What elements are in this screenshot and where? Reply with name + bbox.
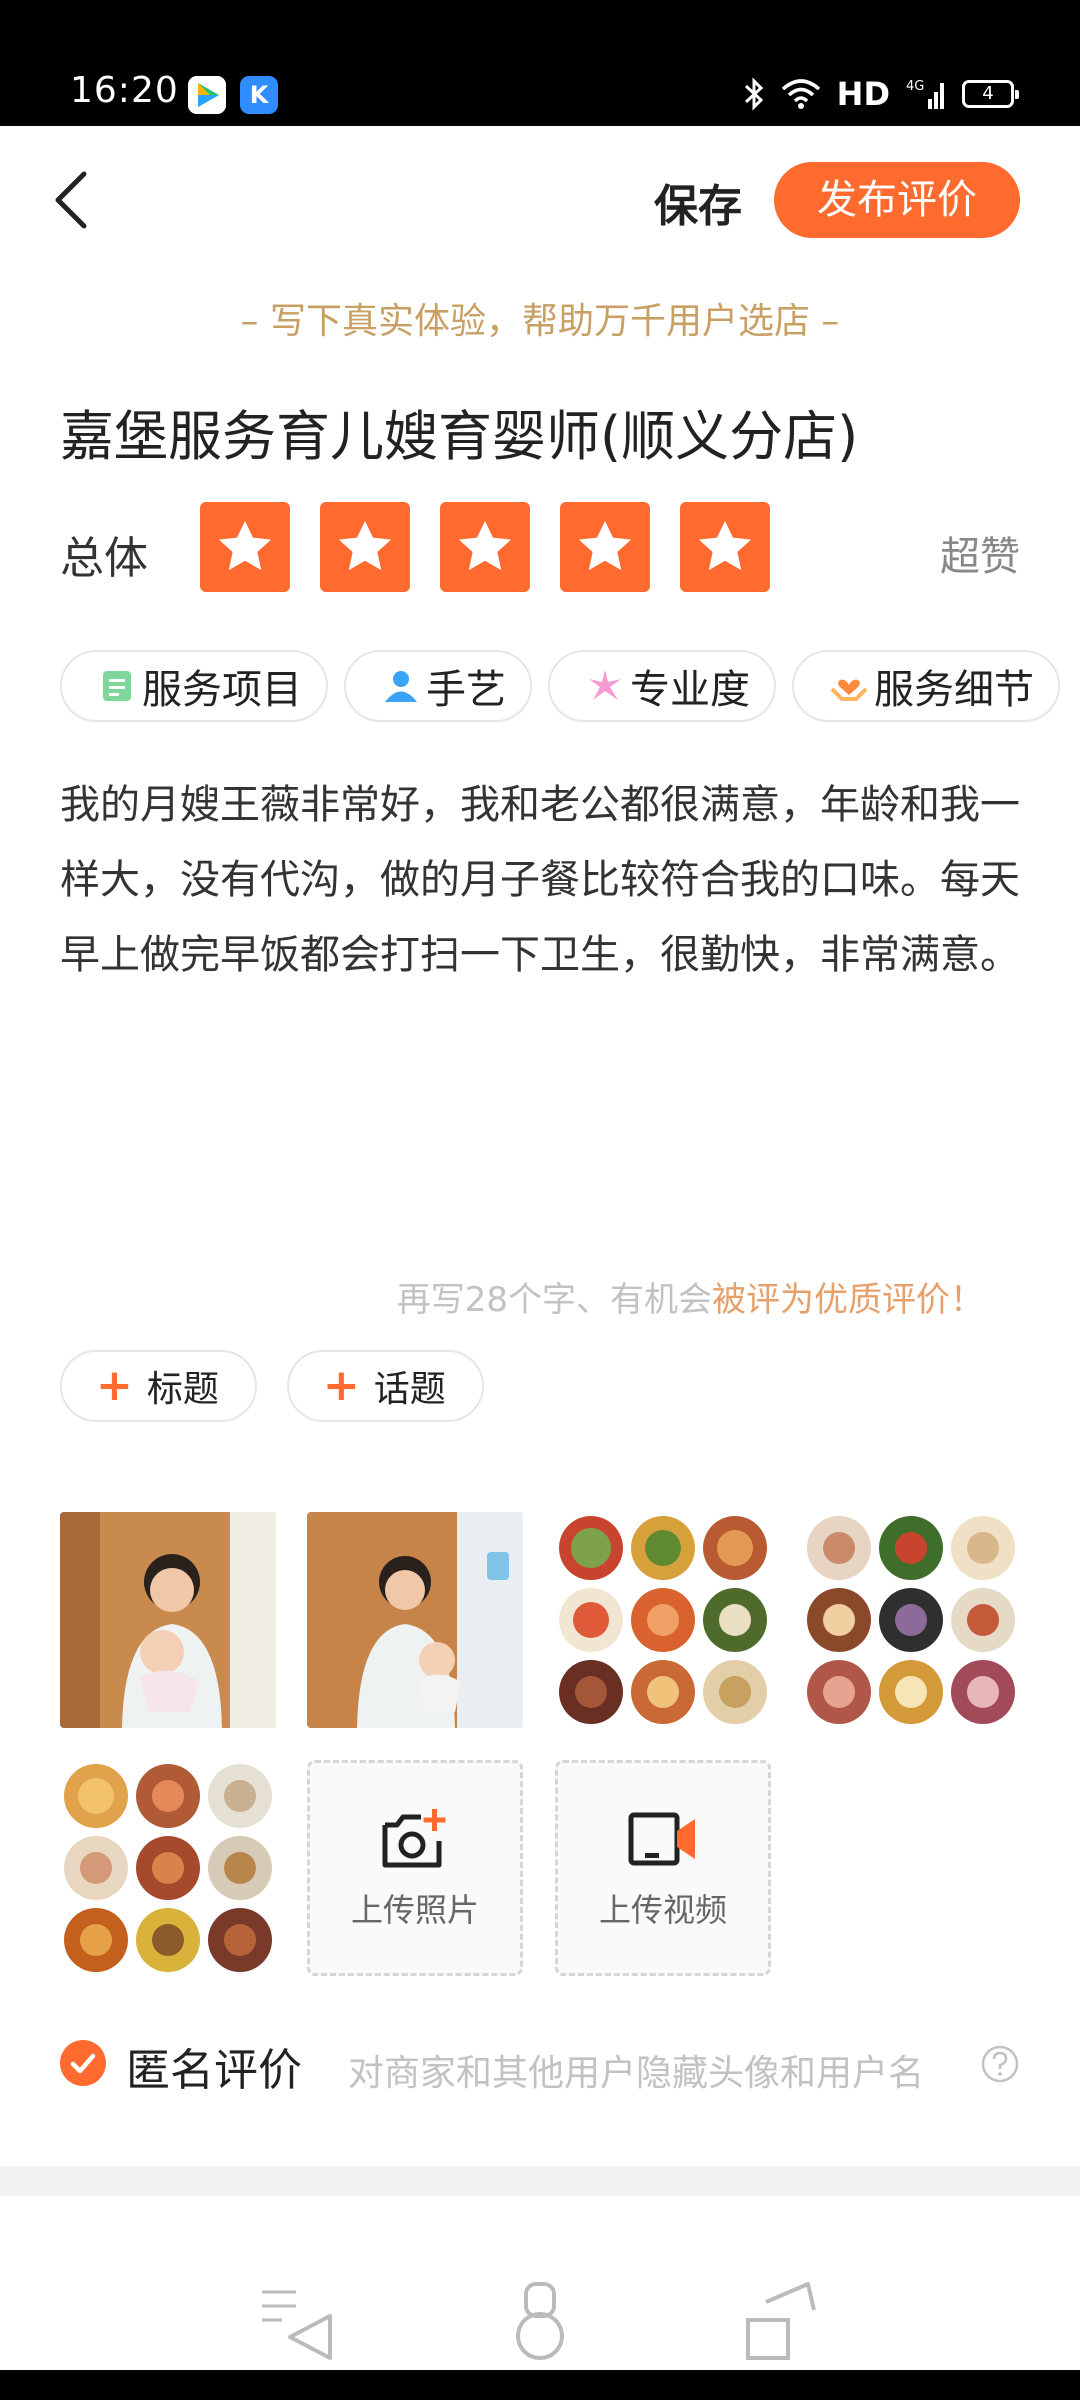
person-icon [385,671,417,702]
tag-service-details[interactable]: 服务细节 [792,650,1060,722]
uploaded-photo[interactable] [803,1512,1019,1728]
uploaded-photo[interactable] [60,1512,276,1728]
help-icon[interactable] [980,2044,1020,2084]
uploaded-photo[interactable] [555,1512,771,1728]
check-icon [70,2053,96,2074]
star-icon [218,520,272,571]
back-nav-icon[interactable] [256,2280,336,2360]
uploaded-photo[interactable] [60,1760,276,1976]
rating-word: 超赞 [940,534,1020,580]
review-text-area[interactable]: 我的月嫂王薇非常好，我和老公都很满意，年龄和我一样大，没有代沟，做的月子餐比较符… [60,768,1020,993]
list-icon [103,671,131,701]
add-chips: + 标题 + 话题 [60,1350,484,1422]
chip-label: 话题 [373,1369,446,1410]
save-button[interactable]: 保存 [654,170,742,234]
star-icon [458,520,512,571]
tag-service-items[interactable]: 服务项目 [60,650,328,722]
chip-label: 标题 [146,1369,219,1410]
aspect-tags: 服务项目 手艺 专业度 服务细节 [60,650,1060,722]
network-label: HD [836,75,890,113]
shop-name: 嘉堡服务育儿嫂育婴师(顺义分店) [60,405,859,468]
upload-video-button[interactable]: 上传视频 [555,1760,771,1976]
back-button[interactable] [44,160,104,240]
upload-photo-button[interactable]: 上传照片 [307,1760,523,1976]
tag-label: 服务项目 [142,667,302,713]
uploaded-photo[interactable] [307,1512,523,1728]
tag-skill[interactable]: 手艺 [344,650,532,722]
signal-icon: 4G [906,79,944,109]
word-count-hint: 再写28个字、有机会被评为优质评价！ [397,1272,984,1321]
camera-plus-icon [382,1809,446,1868]
svg-text:4G: 4G [906,79,924,94]
video-app-icon [188,76,226,114]
screen-bottom-edge [0,2370,1080,2400]
star-icon [338,520,392,571]
plus-icon: + [322,1360,360,1411]
overall-rating-label: 总体 [60,533,148,584]
star-3[interactable] [440,502,530,592]
status-bar: 16:20 K HD 4G 4 [0,0,1080,126]
hands-heart-icon [830,679,868,701]
add-title-button[interactable]: + 标题 [60,1350,257,1422]
review-tip: – 写下真实体验，帮助万千用户选店 – [240,301,840,342]
status-time: 16:20 [70,70,179,111]
section-divider [0,2166,1080,2196]
upload-photo-label: 上传照片 [350,1891,479,1929]
star-icon [578,520,632,571]
word-hint-highlight: 被评为优质评价！ [712,1280,984,1320]
anonymous-checkbox[interactable] [60,2040,106,2086]
word-hint-prefix: 再写28个字、有机会 [396,1280,712,1320]
add-topic-button[interactable]: + 话题 [286,1350,484,1422]
battery-icon: 4 [962,80,1019,108]
wifi-icon [781,79,820,109]
status-icons: HD 4G 4 [743,74,1019,114]
chevron-left-icon [55,171,87,229]
tag-label: 服务细节 [874,667,1034,713]
tag-label: 手艺 [426,667,506,713]
star-4[interactable] [560,502,650,592]
star-1[interactable] [200,502,290,592]
home-nav-icon[interactable] [500,2280,580,2360]
star-5[interactable] [680,502,770,592]
plus-icon: + [96,1360,133,1411]
star-rating [200,502,770,592]
upload-video-label: 上传视频 [598,1891,727,1929]
sparkle-icon [589,670,621,700]
bluetooth-icon [744,77,763,111]
star-icon [698,520,752,571]
anonymous-description: 对商家和其他用户隐藏头像和用户名 [348,2053,925,2094]
anonymous-label[interactable]: 匿名评价 [126,2034,302,2098]
publish-review-button[interactable]: 发布评价 [774,162,1020,238]
video-camera-icon [628,1812,695,1866]
k-app-icon: K [240,76,278,114]
tag-professionalism[interactable]: 专业度 [548,650,776,722]
star-2[interactable] [320,502,410,592]
recents-nav-icon[interactable] [740,2280,820,2360]
tag-label: 专业度 [630,667,750,713]
